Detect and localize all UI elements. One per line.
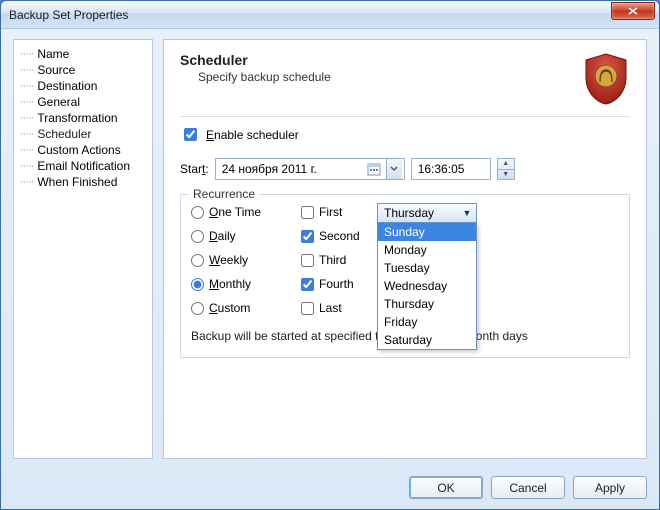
day-combo[interactable]: Thursday ▼ Sunday Monday Tuesday Wednesd… <box>377 203 477 350</box>
start-label: Start: <box>180 162 209 176</box>
separator <box>180 116 630 117</box>
radio-daily[interactable]: Daily <box>191 229 277 243</box>
ok-button[interactable]: OK <box>409 476 483 499</box>
check-third[interactable]: Third <box>301 253 377 267</box>
page-title: Scheduler <box>180 52 582 68</box>
shield-icon <box>582 52 630 106</box>
day-combo-value: Thursday <box>384 206 460 220</box>
radio-weekly[interactable]: Weekly <box>191 253 277 267</box>
day-option-thursday[interactable]: Thursday <box>378 295 476 313</box>
cancel-button[interactable]: Cancel <box>491 476 565 499</box>
window-title: Backup Set Properties <box>9 8 611 22</box>
chevron-down-icon: ▼ <box>460 208 474 218</box>
day-combo-box[interactable]: Thursday ▼ <box>377 203 477 223</box>
client-area: ·····Name ·····Source ·····Destination ·… <box>1 29 659 509</box>
nav-item-destination[interactable]: ·····Destination <box>18 78 148 94</box>
start-time-value: 16:36:05 <box>418 162 465 176</box>
day-option-tuesday[interactable]: Tuesday <box>378 259 476 277</box>
nav-item-email-notification[interactable]: ·····Email Notification <box>18 158 148 174</box>
radio-one-time[interactable]: One Time <box>191 205 277 219</box>
nav-item-source[interactable]: ·····Source <box>18 62 148 78</box>
start-time-field[interactable]: 16:36:05 <box>411 158 491 180</box>
close-icon <box>628 7 638 15</box>
nav-item-general[interactable]: ·····General <box>18 94 148 110</box>
enable-scheduler-label: Enable scheduler <box>206 128 299 142</box>
radio-monthly[interactable]: Monthly <box>191 277 277 291</box>
check-last[interactable]: Last <box>301 301 377 315</box>
page-subtitle: Specify backup schedule <box>198 70 582 84</box>
day-option-monday[interactable]: Monday <box>378 241 476 259</box>
nav-item-transformation[interactable]: ·····Transformation <box>18 110 148 126</box>
date-dropdown-button[interactable] <box>386 159 402 179</box>
start-date-value: 24 ноября 2011 г. <box>222 162 362 176</box>
day-option-friday[interactable]: Friday <box>378 313 476 331</box>
day-option-wednesday[interactable]: Wednesday <box>378 277 476 295</box>
titlebar: Backup Set Properties <box>1 1 659 29</box>
chevron-down-icon <box>390 166 398 172</box>
nav-item-custom-actions[interactable]: ·····Custom Actions <box>18 142 148 158</box>
apply-button[interactable]: Apply <box>573 476 647 499</box>
nav-item-name[interactable]: ·····Name <box>18 46 148 62</box>
time-spinner[interactable]: ▲ ▼ <box>497 158 515 180</box>
nav-item-scheduler[interactable]: ·····Scheduler <box>18 126 148 142</box>
nav-pane: ·····Name ·····Source ·····Destination ·… <box>13 39 153 459</box>
recurrence-group: Recurrence One Time Daily Weekly Monthly… <box>180 194 630 358</box>
enable-scheduler-checkbox[interactable] <box>184 128 197 141</box>
nav-item-when-finished[interactable]: ·····When Finished <box>18 174 148 190</box>
check-second[interactable]: Second <box>301 229 377 243</box>
check-fourth[interactable]: Fourth <box>301 277 377 291</box>
dialog-window: Backup Set Properties ·····Name ·····Sou… <box>0 0 660 510</box>
radio-custom[interactable]: Custom <box>191 301 277 315</box>
recurrence-ordinal-column: First Second Third Fourth Last <box>301 205 377 315</box>
logo-shield <box>582 52 630 106</box>
recurrence-legend: Recurrence <box>189 187 259 201</box>
main-pane: Scheduler Specify backup schedule <box>163 39 647 459</box>
spinner-down[interactable]: ▼ <box>498 170 514 180</box>
check-first[interactable]: First <box>301 205 377 219</box>
calendar-icon <box>366 161 382 177</box>
day-option-saturday[interactable]: Saturday <box>378 331 476 349</box>
recurrence-radio-column: One Time Daily Weekly Monthly Custom <box>191 205 277 315</box>
dialog-buttons: OK Cancel Apply <box>409 476 647 499</box>
day-combo-list: Sunday Monday Tuesday Wednesday Thursday… <box>377 223 477 350</box>
day-option-sunday[interactable]: Sunday <box>378 223 476 241</box>
spinner-up[interactable]: ▲ <box>498 159 514 170</box>
start-date-field[interactable]: 24 ноября 2011 г. <box>215 158 405 180</box>
close-button[interactable] <box>611 2 655 20</box>
